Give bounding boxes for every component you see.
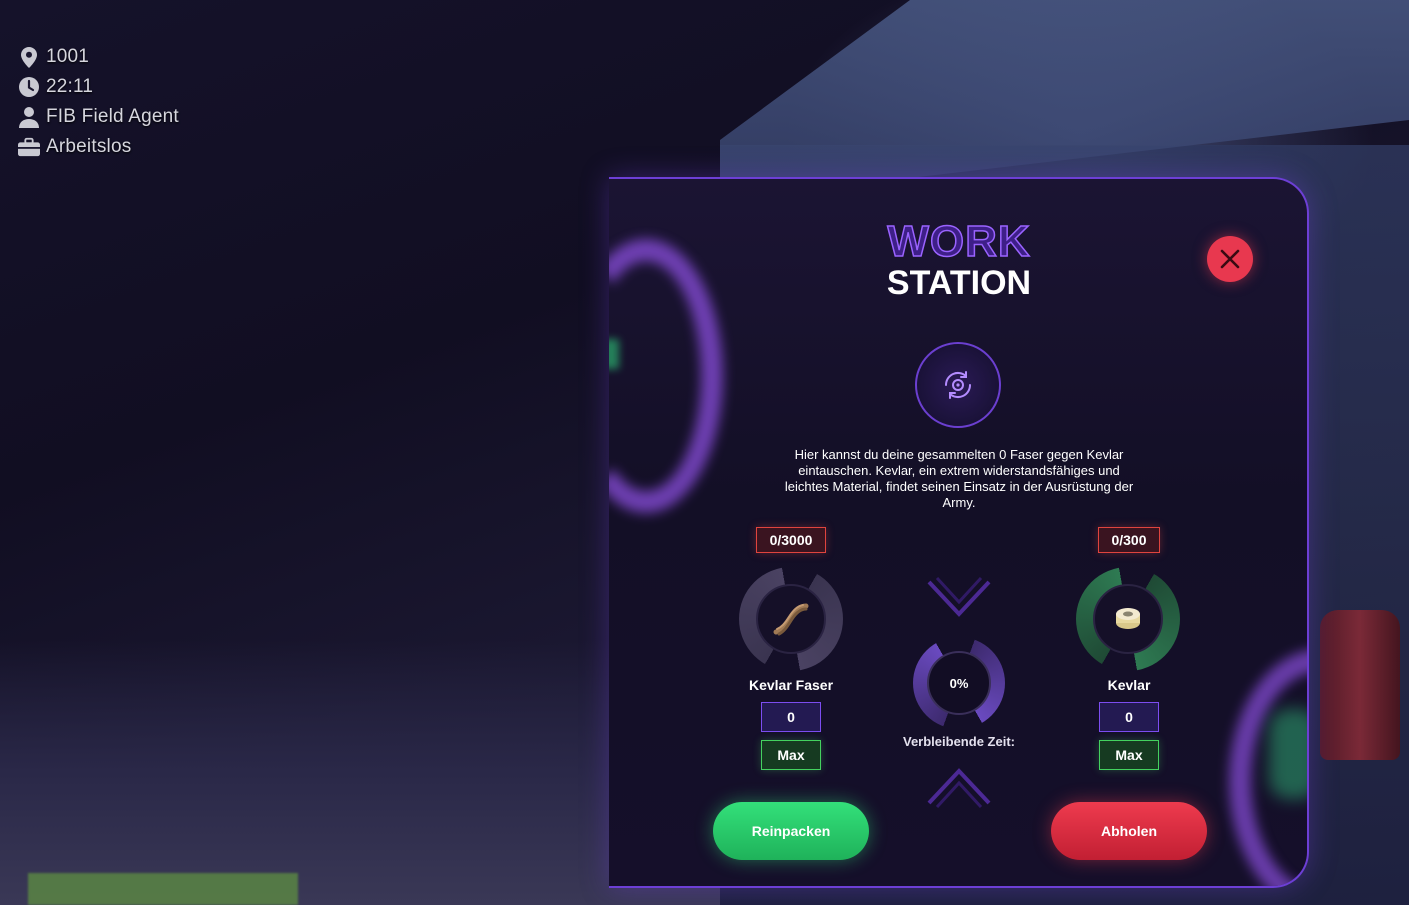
- background-gas-tank: [1320, 610, 1400, 760]
- close-icon: [1220, 249, 1240, 269]
- hud-time-row: 22:11: [18, 72, 179, 102]
- output-quantity-field[interactable]: 0: [1099, 702, 1159, 732]
- output-item-name: Kevlar: [1107, 677, 1151, 693]
- station-icon-circle: [915, 342, 1001, 428]
- abholen-button[interactable]: Abholen: [1051, 802, 1207, 860]
- input-max-button[interactable]: Max: [761, 740, 821, 770]
- hud-time: 22:11: [46, 76, 94, 97]
- user-icon: [18, 106, 40, 128]
- player-hud: 1001 22:11 FIB Field Agent Arbeitslos: [18, 42, 179, 162]
- hud-job: Arbeitslos: [46, 136, 132, 157]
- map-pin-icon: [18, 46, 40, 68]
- hud-job-row: Arbeitslos: [18, 132, 179, 162]
- hud-role-row: FIB Field Agent: [18, 102, 179, 132]
- hud-location: 1001: [46, 46, 90, 67]
- progress-ring: 0%: [913, 637, 1005, 729]
- panel-title-line2: STATION: [886, 264, 1032, 302]
- kevlar-fiber-icon: [773, 603, 809, 636]
- reinpacken-button[interactable]: Reinpacken: [713, 802, 869, 860]
- work-station-panel: WORK STATION Hier kannst du deine gesamm…: [609, 177, 1309, 888]
- input-item-slot: [756, 584, 826, 654]
- close-button[interactable]: [1207, 236, 1253, 282]
- chevron-up-icon: [927, 768, 991, 809]
- hud-role: FIB Field Agent: [46, 106, 179, 127]
- kevlar-roll-icon: [1116, 608, 1140, 629]
- output-max-button[interactable]: Max: [1099, 740, 1159, 770]
- input-item-name: Kevlar Faser: [748, 677, 834, 693]
- hud-location-row: 1001: [18, 42, 179, 72]
- minimap: [28, 873, 298, 905]
- clock-icon: [18, 76, 40, 98]
- chevron-down-icon: [927, 576, 991, 617]
- input-quantity-field[interactable]: 0: [761, 702, 821, 732]
- output-item-ring: [1076, 567, 1180, 671]
- station-description: Hier kannst du deine gesammelten 0 Faser…: [784, 447, 1134, 510]
- decor-green-left: [609, 339, 619, 369]
- progress-percent: 0%: [927, 651, 991, 715]
- output-capacity-badge: 0/300: [1098, 527, 1160, 553]
- gear-cycle-icon: [944, 371, 972, 399]
- input-item-ring: [739, 567, 843, 671]
- output-item-slot: [1093, 584, 1163, 654]
- panel-title-line1: WORK: [887, 216, 1031, 267]
- remaining-time-label: Verbleibende Zeit:: [903, 734, 1015, 749]
- briefcase-icon: [18, 136, 40, 158]
- input-capacity-badge: 0/3000: [756, 527, 826, 553]
- decor-green-right: [1269, 709, 1307, 799]
